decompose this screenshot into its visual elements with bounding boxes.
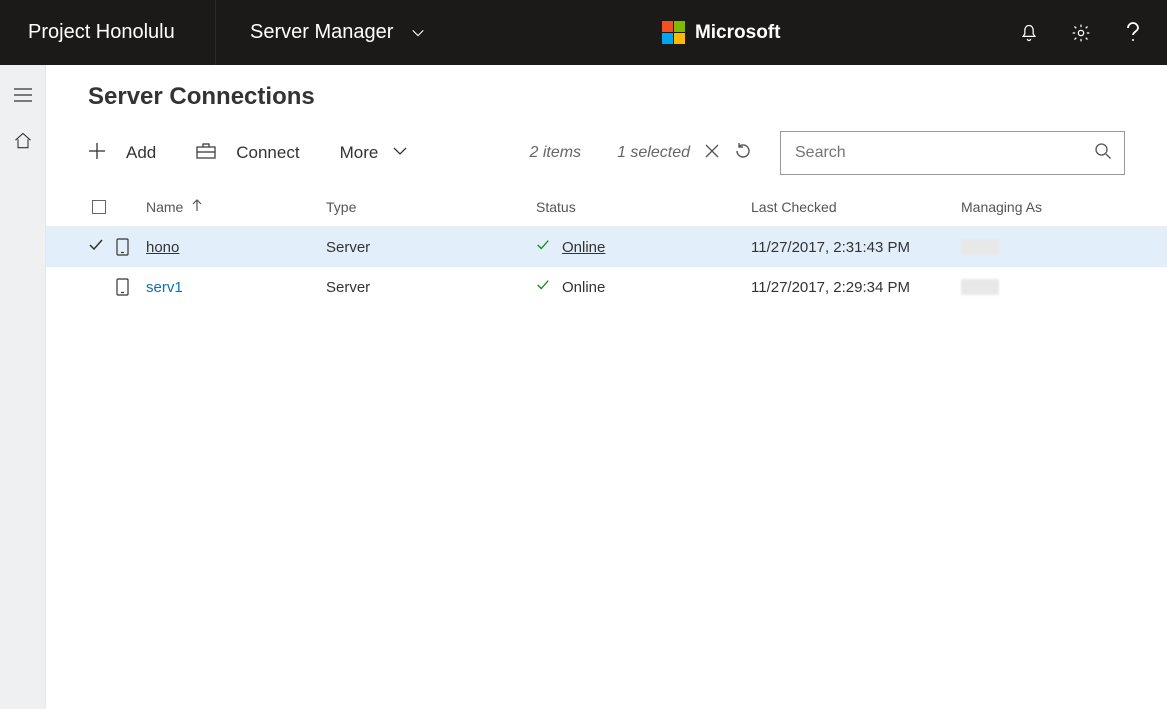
table-header: Name Type Status Last Checked Managing A… xyxy=(46,187,1167,227)
column-label: Last Checked xyxy=(751,199,837,215)
add-button[interactable]: Add xyxy=(88,142,156,165)
cell-managing-as xyxy=(961,279,1125,295)
page-title: Server Connections xyxy=(88,83,1167,111)
section-dropdown[interactable]: Server Manager xyxy=(216,21,425,44)
add-label: Add xyxy=(126,143,156,163)
connect-button[interactable]: Connect xyxy=(196,143,299,164)
check-icon xyxy=(536,238,550,256)
clear-selection-button[interactable] xyxy=(704,143,720,164)
connect-label: Connect xyxy=(236,143,299,163)
table-row[interactable]: hono Server Online 11/27/2017, 2:31:43 P… xyxy=(46,227,1167,267)
table-row[interactable]: serv1 Server Online 11/27/2017, 2:29:34 … xyxy=(46,267,1167,307)
more-dropdown[interactable]: More xyxy=(340,143,419,163)
refresh-icon xyxy=(734,142,752,160)
chevron-down-icon xyxy=(411,26,425,40)
column-label: Managing As xyxy=(961,199,1042,215)
connections-table: Name Type Status Last Checked Managing A… xyxy=(46,187,1167,307)
toolbar-info: 2 items 1 selected xyxy=(529,142,752,165)
bell-icon xyxy=(1019,23,1039,43)
select-all-checkbox[interactable] xyxy=(92,200,106,214)
topbar: Project Honolulu Server Manager Microsof… xyxy=(0,0,1167,65)
microsoft-logo-icon xyxy=(662,21,685,44)
column-header-type[interactable]: Type xyxy=(326,199,536,215)
cell-status: Online xyxy=(536,238,751,256)
notifications-button[interactable] xyxy=(1017,21,1041,45)
server-icon xyxy=(116,238,129,256)
search-input-container[interactable] xyxy=(780,131,1125,175)
server-link[interactable]: hono xyxy=(146,239,179,256)
chevron-down-icon xyxy=(392,143,418,163)
brand-title[interactable]: Project Honolulu xyxy=(0,0,216,65)
question-icon xyxy=(1123,21,1143,45)
status-text: Online xyxy=(562,279,605,296)
selected-count: 1 selected xyxy=(617,144,690,162)
close-icon xyxy=(704,143,720,159)
items-count: 2 items xyxy=(529,144,581,162)
gear-icon xyxy=(1071,23,1091,43)
briefcase-icon xyxy=(196,143,226,164)
column-header-last-checked[interactable]: Last Checked xyxy=(751,199,961,215)
column-label: Status xyxy=(536,199,576,215)
sidebar xyxy=(0,65,46,709)
cell-last-checked: 11/27/2017, 2:31:43 PM xyxy=(751,239,961,256)
column-label: Type xyxy=(326,199,356,215)
refresh-button[interactable] xyxy=(734,142,752,165)
toolbar: Add Connect More 2 items 1 selected xyxy=(88,133,1125,173)
column-header-status[interactable]: Status xyxy=(536,199,751,215)
search-icon xyxy=(1094,142,1112,165)
check-icon xyxy=(536,278,550,296)
column-label: Name xyxy=(146,199,183,215)
search-input[interactable] xyxy=(793,143,1094,163)
cell-type: Server xyxy=(326,239,536,256)
cell-managing-as xyxy=(961,239,1125,255)
column-header-name[interactable]: Name xyxy=(146,198,326,215)
sort-asc-icon xyxy=(191,198,203,215)
home-icon xyxy=(13,131,33,151)
server-icon xyxy=(116,278,129,296)
section-label: Server Manager xyxy=(250,21,393,44)
main-content: Server Connections Add Connect More xyxy=(46,65,1167,709)
more-label: More xyxy=(340,143,379,163)
hamburger-icon xyxy=(13,87,33,103)
cell-status: Online xyxy=(536,278,751,296)
server-link[interactable]: serv1 xyxy=(146,279,183,296)
cell-type: Server xyxy=(326,279,536,296)
settings-button[interactable] xyxy=(1069,21,1093,45)
column-header-managing-as[interactable]: Managing As xyxy=(961,199,1125,215)
menu-button[interactable] xyxy=(11,83,35,107)
row-selected-icon xyxy=(88,237,104,257)
microsoft-text: Microsoft xyxy=(695,22,781,44)
cell-last-checked: 11/27/2017, 2:29:34 PM xyxy=(751,279,961,296)
home-button[interactable] xyxy=(11,129,35,153)
status-text[interactable]: Online xyxy=(562,239,605,256)
topbar-center: Microsoft xyxy=(425,21,1017,44)
help-button[interactable] xyxy=(1121,21,1145,45)
plus-icon xyxy=(88,142,116,165)
